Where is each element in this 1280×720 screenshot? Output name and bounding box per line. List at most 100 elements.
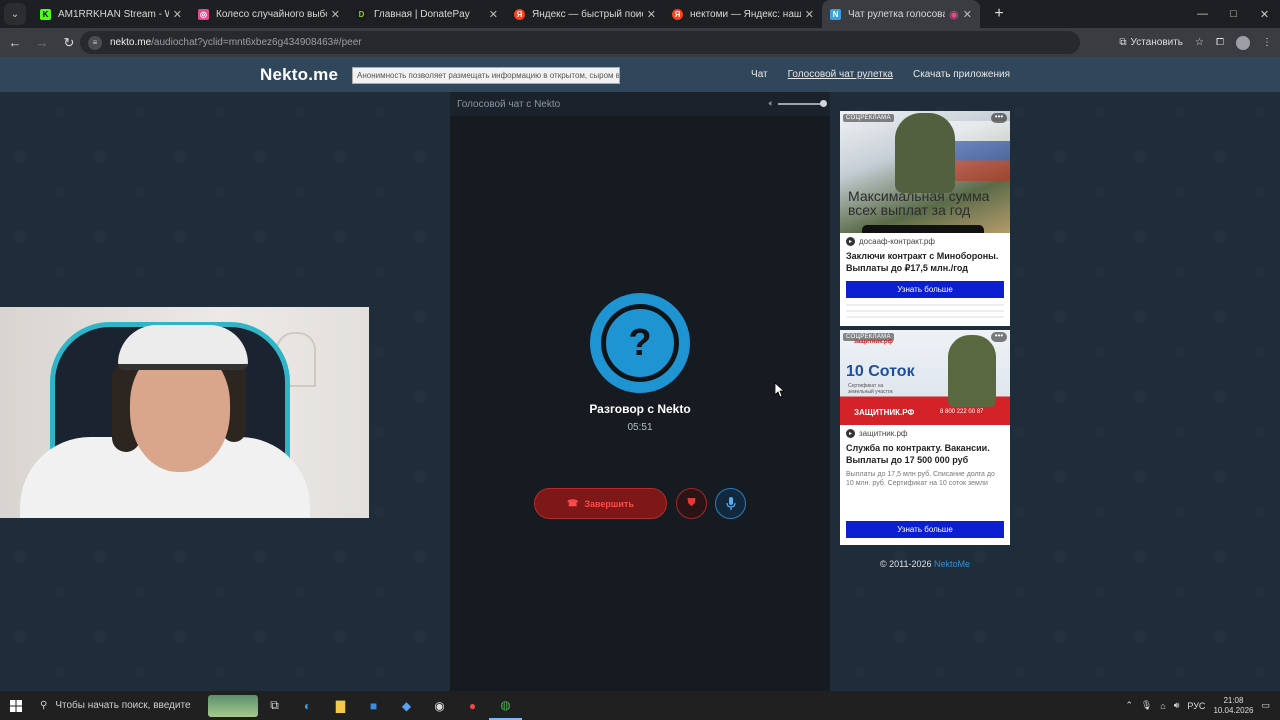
ad-image-phone: 8 800 222 00 87 <box>940 409 984 415</box>
volume-icon[interactable]: 🔊︎ <box>1174 700 1180 711</box>
question-mark-icon: ? <box>601 304 679 382</box>
browser-tab-active[interactable]: N Чат рулетка голосовая — ◉ ✕ <box>822 0 980 28</box>
volume-slider[interactable] <box>778 99 827 107</box>
browser-toolbar: ← → ↻ ≡ nekto.me /audiochat?yclid=mnt6xb… <box>0 28 1280 57</box>
notifications-icon[interactable]: ▭ <box>1261 700 1270 711</box>
browser-tab[interactable]: K AM1RRKHAN Stream - Watch L ✕ <box>32 0 190 28</box>
network-icon[interactable]: ⌂ <box>1160 701 1165 711</box>
nav-download-apps-link[interactable]: Скачать приложения <box>913 69 1010 80</box>
tab-title: нектоми — Яндекс: нашлось 7 <box>690 8 801 20</box>
tab-close-icon[interactable]: ✕ <box>489 8 498 21</box>
ad-more-icon[interactable]: ••• <box>991 332 1007 342</box>
microphone-icon <box>725 497 736 510</box>
site-info-icon[interactable]: ≡ <box>88 35 102 50</box>
chrome-icon[interactable]: ◍ <box>489 691 522 720</box>
profile-avatar[interactable] <box>1236 35 1250 50</box>
ad-image[interactable]: СОЦРЕКЛАМА защитник.рф ••• 10 Соток Серт… <box>840 330 1010 425</box>
yandex-favicon-icon: Я <box>672 8 683 20</box>
tab-title: Яндекс — быстрый поиск в ин <box>532 8 643 20</box>
ad-card[interactable]: СОЦРЕКЛАМА защитник.рф ••• 10 Соток Серт… <box>840 330 1010 545</box>
tab-close-icon[interactable]: ✕ <box>805 8 814 21</box>
browser-tab[interactable]: Я нектоми — Яндекс: нашлось 7 ✕ <box>664 0 822 28</box>
news-widget[interactable] <box>208 694 258 717</box>
clock[interactable]: 21:08 10.04.2026 <box>1213 696 1253 716</box>
yandex-favicon-icon: Я <box>514 8 525 20</box>
edge-icon[interactable]: ◐ <box>291 691 324 720</box>
tab-title: Чат рулетка голосовая — <box>848 8 946 20</box>
close-window-button[interactable]: ✕ <box>1249 0 1280 28</box>
tab-close-icon[interactable]: ✕ <box>173 8 182 21</box>
site-logo[interactable]: Nekto.me <box>260 65 338 85</box>
nav-voice-roulette-link[interactable]: Голосовой чат рулетка <box>788 69 893 80</box>
tray-chevron-icon[interactable]: ⌃ <box>1125 700 1133 711</box>
ad-source-domain: защитник.рф <box>859 429 908 438</box>
extensions-icon[interactable]: ⧠ <box>1216 37 1224 48</box>
ad-image-headline: Максимальная сумма всех выплат за год <box>848 188 990 218</box>
ad-more-icon[interactable]: ••• <box>991 113 1007 123</box>
new-tab-button[interactable]: + <box>986 1 1012 27</box>
ad-image-brand: ЗАЩИТНИК.РФ <box>854 408 915 417</box>
end-call-button[interactable]: ☎ Завершить <box>534 488 667 519</box>
partner-name: Разговор с Nekto <box>589 402 691 416</box>
install-app-button[interactable]: ⧉ Установить <box>1119 37 1183 48</box>
obs-icon[interactable]: ● <box>456 691 489 720</box>
browser-tab[interactable]: ◎ Колесо случайного выбора - Г ✕ <box>190 0 348 28</box>
search-icon: ⚲ <box>40 700 48 711</box>
tab-close-icon[interactable]: ✕ <box>963 8 972 21</box>
back-arrow-icon[interactable]: ← <box>3 35 27 50</box>
window-controls: — □ ✕ <box>1187 0 1280 28</box>
reload-icon[interactable]: ↻ <box>57 35 81 51</box>
ad-source-icon: ▸ <box>846 429 855 438</box>
minimize-button[interactable]: — <box>1187 0 1218 28</box>
bookmark-star-icon[interactable]: ☆ <box>1195 37 1204 48</box>
donatepay-favicon-icon: D <box>356 8 367 20</box>
ad-image[interactable]: СОЦРЕКЛАМА ••• Максимальная сумма всех в… <box>840 111 1010 233</box>
windows-logo-icon <box>10 699 22 712</box>
tab-search-chevron-icon[interactable]: ⌄ <box>4 3 26 25</box>
ad-title[interactable]: Служба по контракту. Вакансии. Выплаты д… <box>840 438 1010 466</box>
wheel-favicon-icon: ◎ <box>198 8 209 20</box>
ad-tag: СОЦРЕКЛАМА <box>843 114 894 122</box>
tray-mic-icon[interactable]: 🎙︎ <box>1141 700 1152 711</box>
language-indicator[interactable]: РУС <box>1187 701 1205 711</box>
ad-source-icon: ▸ <box>846 237 855 246</box>
report-button[interactable]: ⛊ <box>676 488 707 519</box>
maximize-button[interactable]: □ <box>1218 0 1249 28</box>
file-explorer-icon[interactable]: ▇ <box>324 691 357 720</box>
nav-chat-link[interactable]: Чат <box>751 69 768 80</box>
nektome-link[interactable]: NektoMe <box>934 559 970 569</box>
call-timer: 05:51 <box>627 422 653 433</box>
browser-tabbar: ⌄ K AM1RRKHAN Stream - Watch L ✕ ◎ Колес… <box>0 0 1280 28</box>
url-path: /audiochat?yclid=mnt6xbez6g434908463#/pe… <box>151 37 362 48</box>
copyright-text: © 2011-2026 <box>879 559 934 569</box>
store-icon[interactable]: ■ <box>357 691 390 720</box>
ad-learn-more-button[interactable]: Узнать больше <box>846 521 1004 538</box>
browser-tab[interactable]: Я Яндекс — быстрый поиск в ин ✕ <box>506 0 664 28</box>
steam-icon[interactable]: ◉ <box>423 691 456 720</box>
app-icon[interactable]: ◆ <box>390 691 423 720</box>
ad-image-big-text: 10 Соток <box>846 363 915 380</box>
browser-menu-icon[interactable]: ⋮ <box>1262 37 1272 48</box>
task-view-icon[interactable]: ⧉ <box>258 691 291 720</box>
taskbar-search-placeholder: Чтобы начать поиск, введите <box>55 700 191 711</box>
browser-tab[interactable]: D Главная | DonatePay ✕ <box>348 0 506 28</box>
forward-arrow-icon[interactable]: → <box>30 35 54 50</box>
taskbar-search[interactable]: ⚲ Чтобы начать поиск, введите <box>32 691 202 720</box>
volume-control[interactable]: 🔈︎ <box>769 98 827 109</box>
ad-description: Выплаты до 17,5 млн руб. Списание долга … <box>846 471 995 487</box>
microphone-button[interactable] <box>715 488 746 519</box>
windows-start-button[interactable] <box>0 691 32 720</box>
tab-title: AM1RRKHAN Stream - Watch L <box>58 8 169 20</box>
clock-date: 10.04.2026 <box>1213 705 1254 715</box>
tab-close-icon[interactable]: ✕ <box>647 8 656 21</box>
address-bar[interactable]: ≡ nekto.me /audiochat?yclid=mnt6xbez6g43… <box>80 31 1080 54</box>
ad-title[interactable]: Заключи контракт с Минобороны. Выплаты д… <box>840 246 1010 274</box>
volume-knob[interactable] <box>820 99 827 107</box>
shield-icon: ⛊ <box>687 497 696 509</box>
ad-card[interactable]: СОЦРЕКЛАМА ••• Максимальная сумма всех в… <box>840 111 1010 326</box>
speaker-icon[interactable]: 🔈︎ <box>769 98 774 109</box>
ad-source: ▸ защитник.рф <box>840 425 1010 438</box>
tab-close-icon[interactable]: ✕ <box>331 8 340 21</box>
end-call-label: Завершить <box>584 498 634 509</box>
ad-learn-more-button[interactable]: Узнать больше <box>846 281 1004 298</box>
